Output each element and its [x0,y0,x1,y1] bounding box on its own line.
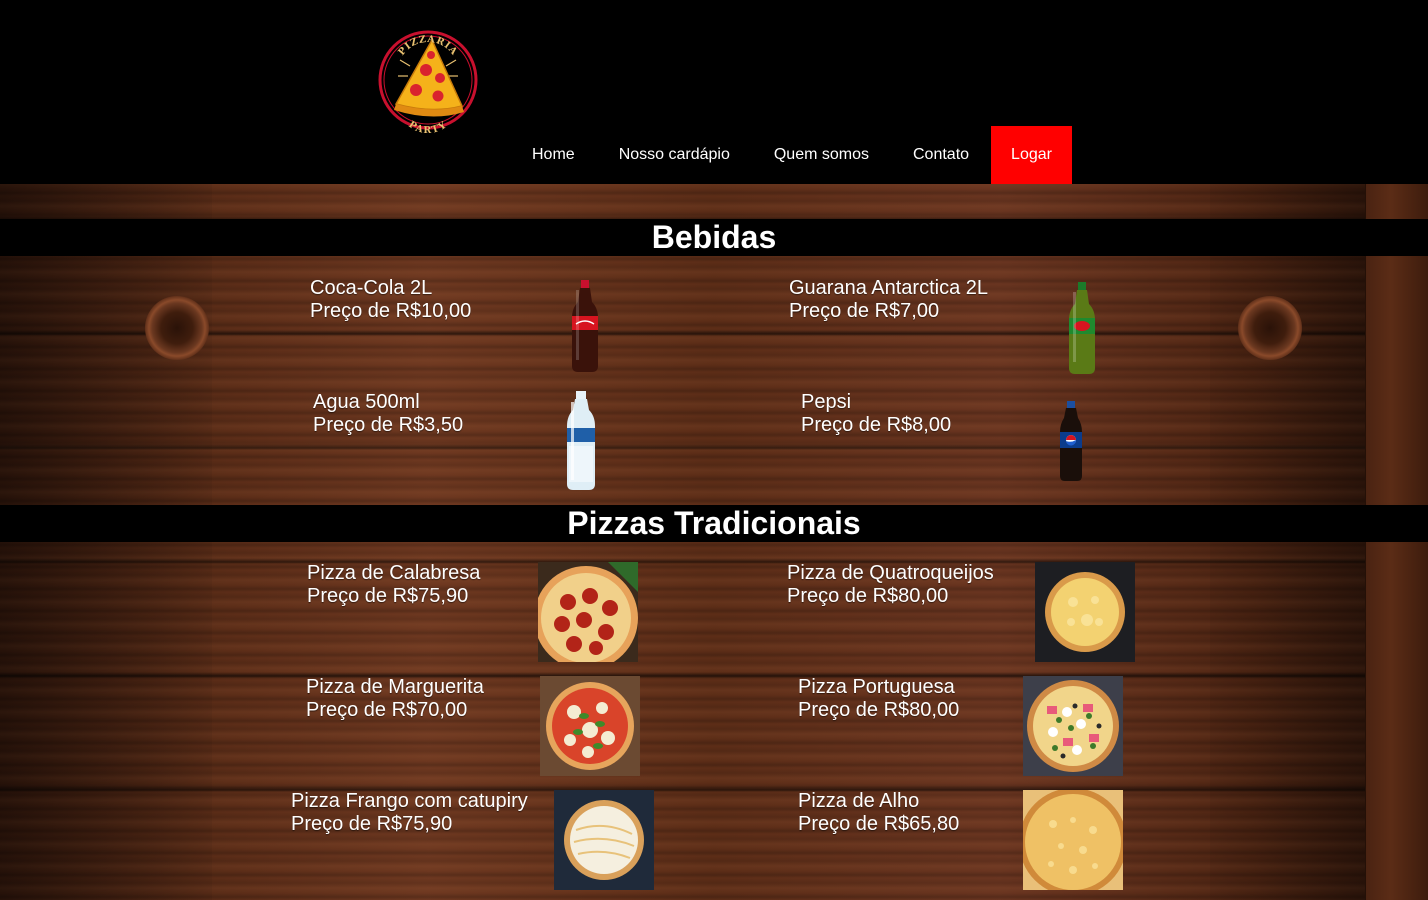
menu-item: Agua 500ml Preço de R$3,50 [313,391,463,437]
item-price: Preço de R$8,00 [801,414,952,436]
pizza-quatro-queijos-image [1035,562,1135,662]
nav-home[interactable]: Home [510,126,597,184]
item-name: Pizza Frango com catupiry [291,790,528,812]
item-price: Preço de R$80,00 [798,699,960,721]
menu-item: Coca-Cola 2L Preço de R$10,00 [310,277,471,323]
item-price: Preço de R$10,00 [310,300,472,322]
guarana-bottle-image [1069,282,1095,374]
pizzaria-party-logo[interactable]: PIZZARIA PARTY [376,20,480,142]
pizzas-title: Pizzas Tradicionais [567,505,861,541]
item-name: Coca-Cola 2L [310,277,433,299]
login-button[interactable]: Logar [991,126,1072,184]
item-price: Preço de R$70,00 [306,699,468,721]
item-name: Pizza de Alho [798,790,920,812]
nav-contact[interactable]: Contato [891,126,991,184]
item-price: Preço de R$65,80 [798,813,960,835]
section-title-pizzas: Pizzas Tradicionais [0,505,1428,542]
menu-item: Pizza de Marguerita Preço de R$70,00 [306,676,484,722]
pizza-portuguesa-image [1023,676,1123,776]
item-name: Agua 500ml [313,391,420,413]
item-name: Pizza de Calabresa [307,562,481,584]
menu-item: Pizza de Calabresa Preço de R$75,90 [307,562,480,608]
item-price: Preço de R$3,50 [313,414,464,436]
item-name: Guarana Antarctica 2L [789,277,989,299]
wood-edge-right [1365,184,1428,900]
site-header: PIZZARIA PARTY Home Nosso cardápio Quem … [0,0,1428,184]
menu-item: Pepsi Preço de R$8,00 [801,391,951,437]
item-price: Preço de R$7,00 [789,300,940,322]
water-bottle-image [567,391,595,490]
section-title-drinks: Bebidas [0,219,1428,256]
pizza-marguerita-image [540,676,640,776]
menu-item: Pizza Frango com catupiry Preço de R$75,… [291,790,528,836]
wood-knot [145,296,209,360]
drinks-title: Bebidas [651,219,777,255]
menu-item: Pizza de Alho Preço de R$65,80 [798,790,959,836]
item-name: Pizza de Marguerita [306,676,484,698]
item-price: Preço de R$80,00 [787,585,949,607]
wood-knot [1238,296,1302,360]
pizza-slice-icon: PIZZARIA PARTY [378,30,478,136]
item-name: Pizza Portuguesa [798,676,955,698]
wood-shade-left [0,184,212,900]
menu-item: Guarana Antarctica 2L Preço de R$7,00 [789,277,988,323]
item-price: Preço de R$75,90 [291,813,453,835]
item-name: Pizza de Quatroqueijos [787,562,994,584]
nav-menu[interactable]: Nosso cardápio [597,126,752,184]
menu-item: Pizza de Quatroqueijos Preço de R$80,00 [787,562,994,608]
pepsi-bottle-image [1060,401,1082,481]
item-name: Pepsi [801,391,852,413]
pizza-calabresa-image [538,562,638,662]
nav-about[interactable]: Quem somos [752,126,891,184]
coca-cola-bottle-image [572,280,598,372]
pizza-frango-catupiry-image [554,790,654,890]
menu-item: Pizza Portuguesa Preço de R$80,00 [798,676,959,722]
item-price: Preço de R$75,90 [307,585,469,607]
pizza-alho-image [1023,790,1123,890]
main-nav: Home Nosso cardápio Quem somos Contato L… [510,126,1072,184]
